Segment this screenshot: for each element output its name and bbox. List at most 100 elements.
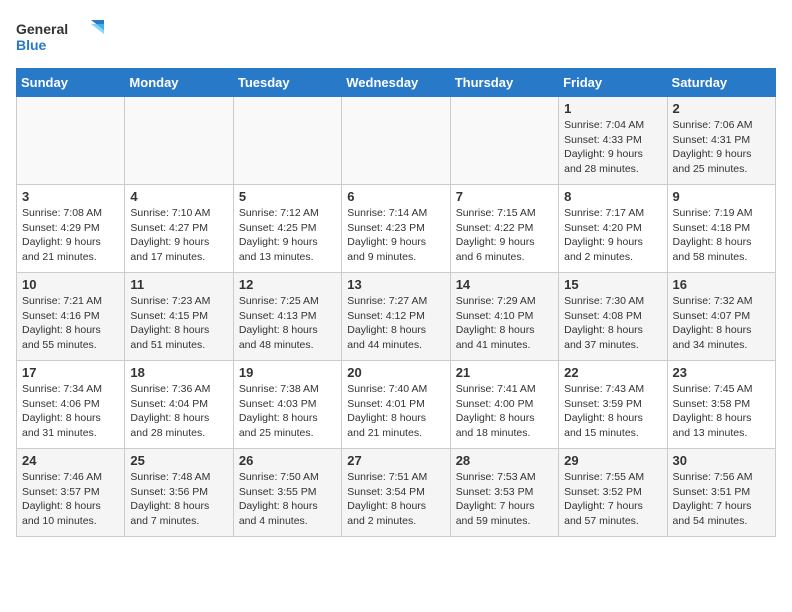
day-info: Sunrise: 7:43 AM Sunset: 3:59 PM Dayligh… [564,382,661,441]
day-number: 6 [347,189,444,204]
day-info: Sunrise: 7:30 AM Sunset: 4:08 PM Dayligh… [564,294,661,353]
weekday-header: Saturday [667,69,775,97]
weekday-header: Friday [559,69,667,97]
calendar-table: SundayMondayTuesdayWednesdayThursdayFrid… [16,68,776,537]
calendar-cell [125,97,233,185]
day-number: 22 [564,365,661,380]
calendar-week-row: 17 Sunrise: 7:34 AM Sunset: 4:06 PM Dayli… [17,361,776,449]
day-number: 16 [673,277,770,292]
calendar-cell: 25 Sunrise: 7:48 AM Sunset: 3:56 PM Dayli… [125,449,233,537]
day-info: Sunrise: 7:55 AM Sunset: 3:52 PM Dayligh… [564,470,661,529]
day-number: 17 [22,365,119,380]
day-number: 11 [130,277,227,292]
day-info: Sunrise: 7:06 AM Sunset: 4:31 PM Dayligh… [673,118,770,177]
day-info: Sunrise: 7:14 AM Sunset: 4:23 PM Dayligh… [347,206,444,265]
day-info: Sunrise: 7:25 AM Sunset: 4:13 PM Dayligh… [239,294,336,353]
calendar-cell: 8Sunrise: 7:17 AM Sunset: 4:20 PM Daylig… [559,185,667,273]
calendar-cell: 24 Sunrise: 7:46 AM Sunset: 3:57 PM Dayli… [17,449,125,537]
day-info: Sunrise: 7:51 AM Sunset: 3:54 PM Dayligh… [347,470,444,529]
calendar-cell: 23 Sunrise: 7:45 AM Sunset: 3:58 PM Dayli… [667,361,775,449]
weekday-header: Sunday [17,69,125,97]
day-number: 13 [347,277,444,292]
day-number: 27 [347,453,444,468]
day-info: Sunrise: 7:27 AM Sunset: 4:12 PM Dayligh… [347,294,444,353]
day-info: Sunrise: 7:45 AM Sunset: 3:58 PM Dayligh… [673,382,770,441]
day-number: 7 [456,189,553,204]
calendar-cell: 2 Sunrise: 7:06 AM Sunset: 4:31 PM Daylig… [667,97,775,185]
weekday-header: Thursday [450,69,558,97]
header: General Blue [16,16,776,60]
calendar-cell [17,97,125,185]
day-info: Sunrise: 7:48 AM Sunset: 3:56 PM Dayligh… [130,470,227,529]
calendar-cell: 1 Sunrise: 7:04 AM Sunset: 4:33 PM Daylig… [559,97,667,185]
day-info: Sunrise: 7:40 AM Sunset: 4:01 PM Dayligh… [347,382,444,441]
day-info: Sunrise: 7:41 AM Sunset: 4:00 PM Dayligh… [456,382,553,441]
day-number: 28 [456,453,553,468]
day-info: Sunrise: 7:50 AM Sunset: 3:55 PM Dayligh… [239,470,336,529]
weekday-header: Monday [125,69,233,97]
svg-text:Blue: Blue [16,37,47,53]
calendar-cell: 9Sunrise: 7:19 AM Sunset: 4:18 PM Daylig… [667,185,775,273]
day-number: 4 [130,189,227,204]
calendar-cell: 20 Sunrise: 7:40 AM Sunset: 4:01 PM Dayli… [342,361,450,449]
calendar-cell: 29 Sunrise: 7:55 AM Sunset: 3:52 PM Dayli… [559,449,667,537]
day-number: 23 [673,365,770,380]
calendar-week-row: 3Sunrise: 7:08 AM Sunset: 4:29 PM Daylig… [17,185,776,273]
day-info: Sunrise: 7:38 AM Sunset: 4:03 PM Dayligh… [239,382,336,441]
calendar-cell [233,97,341,185]
day-number: 19 [239,365,336,380]
calendar-cell: 6 Sunrise: 7:14 AM Sunset: 4:23 PM Daylig… [342,185,450,273]
calendar-cell: 5 Sunrise: 7:12 AM Sunset: 4:25 PM Daylig… [233,185,341,273]
calendar-cell: 19 Sunrise: 7:38 AM Sunset: 4:03 PM Dayli… [233,361,341,449]
day-number: 26 [239,453,336,468]
calendar-cell: 16 Sunrise: 7:32 AM Sunset: 4:07 PM Dayli… [667,273,775,361]
day-number: 20 [347,365,444,380]
calendar-cell: 3Sunrise: 7:08 AM Sunset: 4:29 PM Daylig… [17,185,125,273]
day-info: Sunrise: 7:12 AM Sunset: 4:25 PM Dayligh… [239,206,336,265]
day-info: Sunrise: 7:29 AM Sunset: 4:10 PM Dayligh… [456,294,553,353]
calendar-cell: 28 Sunrise: 7:53 AM Sunset: 3:53 PM Dayli… [450,449,558,537]
day-info: Sunrise: 7:53 AM Sunset: 3:53 PM Dayligh… [456,470,553,529]
day-info: Sunrise: 7:10 AM Sunset: 4:27 PM Dayligh… [130,206,227,265]
day-number: 1 [564,101,661,116]
day-number: 2 [673,101,770,116]
day-number: 14 [456,277,553,292]
day-number: 30 [673,453,770,468]
day-info: Sunrise: 7:15 AM Sunset: 4:22 PM Dayligh… [456,206,553,265]
day-info: Sunrise: 7:04 AM Sunset: 4:33 PM Dayligh… [564,118,661,177]
calendar-cell: 12Sunrise: 7:25 AM Sunset: 4:13 PM Dayli… [233,273,341,361]
day-info: Sunrise: 7:21 AM Sunset: 4:16 PM Dayligh… [22,294,119,353]
logo: General Blue [16,16,106,60]
calendar-week-row: 1 Sunrise: 7:04 AM Sunset: 4:33 PM Daylig… [17,97,776,185]
calendar-cell [450,97,558,185]
calendar-cell: 22 Sunrise: 7:43 AM Sunset: 3:59 PM Dayli… [559,361,667,449]
day-number: 29 [564,453,661,468]
calendar-cell: 4 Sunrise: 7:10 AM Sunset: 4:27 PM Daylig… [125,185,233,273]
day-number: 25 [130,453,227,468]
logo-svg: General Blue [16,16,106,60]
calendar-cell [342,97,450,185]
calendar-cell: 18Sunrise: 7:36 AM Sunset: 4:04 PM Dayli… [125,361,233,449]
calendar-cell: 21 Sunrise: 7:41 AM Sunset: 4:00 PM Dayli… [450,361,558,449]
calendar-cell: 7 Sunrise: 7:15 AM Sunset: 4:22 PM Daylig… [450,185,558,273]
day-info: Sunrise: 7:36 AM Sunset: 4:04 PM Dayligh… [130,382,227,441]
calendar-cell: 11 Sunrise: 7:23 AM Sunset: 4:15 PM Dayli… [125,273,233,361]
calendar-cell: 13 Sunrise: 7:27 AM Sunset: 4:12 PM Dayli… [342,273,450,361]
day-info: Sunrise: 7:56 AM Sunset: 3:51 PM Dayligh… [673,470,770,529]
day-number: 21 [456,365,553,380]
calendar-cell: 27 Sunrise: 7:51 AM Sunset: 3:54 PM Dayli… [342,449,450,537]
day-info: Sunrise: 7:08 AM Sunset: 4:29 PM Dayligh… [22,206,119,265]
day-number: 15 [564,277,661,292]
day-number: 8 [564,189,661,204]
calendar-week-row: 10 Sunrise: 7:21 AM Sunset: 4:16 PM Dayli… [17,273,776,361]
day-info: Sunrise: 7:32 AM Sunset: 4:07 PM Dayligh… [673,294,770,353]
day-number: 24 [22,453,119,468]
weekday-header: Wednesday [342,69,450,97]
day-number: 5 [239,189,336,204]
day-info: Sunrise: 7:34 AM Sunset: 4:06 PM Dayligh… [22,382,119,441]
day-info: Sunrise: 7:23 AM Sunset: 4:15 PM Dayligh… [130,294,227,353]
day-info: Sunrise: 7:46 AM Sunset: 3:57 PM Dayligh… [22,470,119,529]
day-number: 10 [22,277,119,292]
calendar-cell: 10 Sunrise: 7:21 AM Sunset: 4:16 PM Dayli… [17,273,125,361]
calendar-week-row: 24 Sunrise: 7:46 AM Sunset: 3:57 PM Dayli… [17,449,776,537]
